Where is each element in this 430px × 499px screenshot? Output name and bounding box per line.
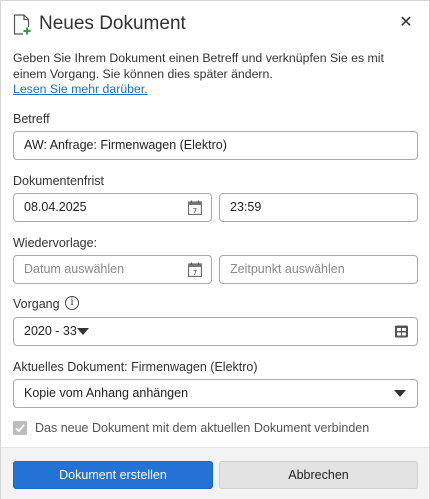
frist-date-input[interactable]: 08.04.2025 7 <box>13 193 212 222</box>
betreff-input[interactable]: AW: Anfrage: Firmenwagen (Elektro) <box>13 131 418 160</box>
dialog-header: Neues Dokument ✕ <box>1 1 429 47</box>
vorgang-label: Vorgang <box>13 297 60 311</box>
wiedervorlage-time-placeholder: Zeitpunkt auswählen <box>230 262 345 276</box>
new-document-icon <box>13 14 31 35</box>
attachment-option: Kopie vom Anhang anhängen <box>24 386 189 400</box>
betreff-value: AW: Anfrage: Firmenwagen (Elektro) <box>24 138 227 152</box>
calendar-icon[interactable]: 7 <box>188 262 202 277</box>
attachment-select[interactable]: Kopie vom Anhang anhängen <box>13 379 418 408</box>
connect-checkbox-label: Das neue Dokument mit dem aktuellen Doku… <box>35 421 370 435</box>
aktuelles-label: Aktuelles Dokument: Firmenwagen (Elektro… <box>13 360 258 374</box>
close-icon[interactable]: ✕ <box>397 14 415 32</box>
vorgang-select[interactable]: 2020 - 33 <box>13 317 418 346</box>
create-document-button[interactable]: Dokument erstellen <box>13 461 213 489</box>
wiedervorlage-label: Wiedervorlage: <box>13 236 98 250</box>
new-document-dialog: Neues Dokument ✕ Geben Sie Ihrem Dokumen… <box>0 0 430 499</box>
svg-text:7: 7 <box>193 269 197 277</box>
betreff-label: Betreff <box>13 112 50 126</box>
wiedervorlage-date-input[interactable]: Datum auswählen 7 <box>13 255 212 284</box>
frist-date-value: 08.04.2025 <box>24 200 87 214</box>
learn-more-link[interactable]: Lesen Sie mehr darüber. <box>13 82 148 96</box>
wiedervorlage-date-placeholder: Datum auswählen <box>24 262 125 276</box>
calendar-icon[interactable]: 7 <box>188 200 202 215</box>
info-icon[interactable]: i <box>65 296 79 310</box>
chevron-down-icon[interactable] <box>394 390 406 397</box>
vorgang-value: 2020 - 33 <box>24 324 77 338</box>
cancel-button[interactable]: Abbrechen <box>219 461 418 489</box>
intro-text: Geben Sie Ihrem Dokument einen Betreff u… <box>13 51 384 81</box>
folder-tree-icon[interactable] <box>394 324 409 339</box>
frist-time-value: 23:59 <box>230 200 262 214</box>
wiedervorlage-time-input[interactable]: Zeitpunkt auswählen <box>219 255 418 284</box>
frist-label: Dokumentenfrist <box>13 174 105 188</box>
frist-time-input[interactable]: 23:59 <box>219 193 418 222</box>
dialog-footer: Dokument erstellen Abbrechen <box>1 447 429 499</box>
svg-text:7: 7 <box>193 207 197 215</box>
dialog-title: Neues Dokument <box>39 13 186 34</box>
connect-checkbox[interactable] <box>13 421 27 435</box>
chevron-down-icon[interactable] <box>77 328 89 335</box>
